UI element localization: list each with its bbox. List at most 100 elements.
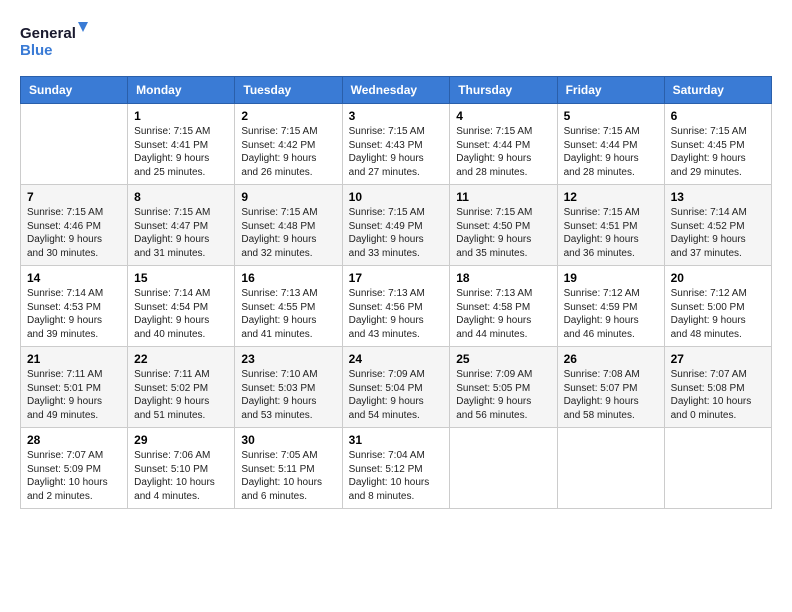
day-number: 25 (456, 352, 550, 366)
cell-info: Sunrise: 7:07 AM Sunset: 5:08 PM Dayligh… (671, 368, 765, 422)
calendar-cell: 3Sunrise: 7:15 AM Sunset: 4:43 PM Daylig… (342, 104, 450, 185)
cell-info: Sunrise: 7:15 AM Sunset: 4:49 PM Dayligh… (349, 206, 444, 260)
cell-info: Sunrise: 7:15 AM Sunset: 4:43 PM Dayligh… (349, 125, 444, 179)
calendar-cell: 12 Sunrise: 7:15 AM Sunset: 4:51 PM Dayli… (557, 185, 664, 266)
cell-info: Sunrise: 7:12 AM Sunset: 4:59 PM Dayligh… (564, 287, 658, 341)
calendar-cell: 18 Sunrise: 7:13 AM Sunset: 4:58 PM Dayli… (450, 266, 557, 347)
cell-info: Sunrise: 7:15 AM Sunset: 4:47 PM Dayligh… (134, 206, 228, 260)
logo: GeneralBlue (20, 20, 100, 60)
calendar-cell: 22 Sunrise: 7:11 AM Sunset: 5:02 PM Dayli… (128, 347, 235, 428)
cell-info: Sunrise: 7:15 AM Sunset: 4:50 PM Dayligh… (456, 206, 550, 260)
calendar-cell: 7 Sunrise: 7:15 AM Sunset: 4:46 PM Daylig… (21, 185, 128, 266)
calendar-cell: 31 Sunrise: 7:04 AM Sunset: 5:12 PM Dayli… (342, 428, 450, 509)
calendar-cell: 8 Sunrise: 7:15 AM Sunset: 4:47 PM Daylig… (128, 185, 235, 266)
cell-info: Sunrise: 7:14 AM Sunset: 4:53 PM Dayligh… (27, 287, 121, 341)
calendar-cell: 11 Sunrise: 7:15 AM Sunset: 4:50 PM Dayli… (450, 185, 557, 266)
cell-info: Sunrise: 7:15 AM Sunset: 4:44 PM Dayligh… (456, 125, 550, 179)
calendar-header-row: SundayMondayTuesdayWednesdayThursdayFrid… (21, 77, 772, 104)
cell-info: Sunrise: 7:11 AM Sunset: 5:01 PM Dayligh… (27, 368, 121, 422)
calendar-cell: 23 Sunrise: 7:10 AM Sunset: 5:03 PM Dayli… (235, 347, 342, 428)
calendar-cell: 13Sunrise: 7:14 AM Sunset: 4:52 PM Dayli… (664, 185, 771, 266)
day-number: 4 (456, 109, 550, 123)
day-number: 31 (349, 433, 444, 447)
day-number: 28 (27, 433, 121, 447)
calendar-cell: 6 Sunrise: 7:15 AM Sunset: 4:45 PM Daylig… (664, 104, 771, 185)
cell-info: Sunrise: 7:14 AM Sunset: 4:54 PM Dayligh… (134, 287, 228, 341)
page-header: GeneralBlue (20, 20, 772, 60)
day-number: 13 (671, 190, 765, 204)
calendar-cell: 14Sunrise: 7:14 AM Sunset: 4:53 PM Dayli… (21, 266, 128, 347)
calendar-cell: 21 Sunrise: 7:11 AM Sunset: 5:01 PM Dayli… (21, 347, 128, 428)
day-number: 22 (134, 352, 228, 366)
day-number: 2 (241, 109, 335, 123)
calendar-cell: 2 Sunrise: 7:15 AM Sunset: 4:42 PM Daylig… (235, 104, 342, 185)
calendar-cell (21, 104, 128, 185)
calendar-cell: 5Sunrise: 7:15 AM Sunset: 4:44 PM Daylig… (557, 104, 664, 185)
calendar-cell: 30Sunrise: 7:05 AM Sunset: 5:11 PM Dayli… (235, 428, 342, 509)
calendar-cell: 1 Sunrise: 7:15 AM Sunset: 4:41 PM Daylig… (128, 104, 235, 185)
calendar-cell: 29 Sunrise: 7:06 AM Sunset: 5:10 PM Dayli… (128, 428, 235, 509)
calendar-cell: 26 Sunrise: 7:08 AM Sunset: 5:07 PM Dayli… (557, 347, 664, 428)
day-header-sunday: Sunday (21, 77, 128, 104)
cell-info: Sunrise: 7:05 AM Sunset: 5:11 PM Dayligh… (241, 449, 335, 503)
day-number: 18 (456, 271, 550, 285)
day-number: 8 (134, 190, 228, 204)
day-number: 1 (134, 109, 228, 123)
cell-info: Sunrise: 7:04 AM Sunset: 5:12 PM Dayligh… (349, 449, 444, 503)
calendar-week-row: 14Sunrise: 7:14 AM Sunset: 4:53 PM Dayli… (21, 266, 772, 347)
day-number: 5 (564, 109, 658, 123)
cell-info: Sunrise: 7:13 AM Sunset: 4:56 PM Dayligh… (349, 287, 444, 341)
calendar-cell: 15 Sunrise: 7:14 AM Sunset: 4:54 PM Dayli… (128, 266, 235, 347)
calendar-cell (557, 428, 664, 509)
day-number: 24 (349, 352, 444, 366)
cell-info: Sunrise: 7:11 AM Sunset: 5:02 PM Dayligh… (134, 368, 228, 422)
svg-text:Blue: Blue (20, 42, 53, 59)
calendar-cell: 19Sunrise: 7:12 AM Sunset: 4:59 PM Dayli… (557, 266, 664, 347)
day-header-thursday: Thursday (450, 77, 557, 104)
day-number: 11 (456, 190, 550, 204)
cell-info: Sunrise: 7:13 AM Sunset: 4:55 PM Dayligh… (241, 287, 335, 341)
calendar-week-row: 21 Sunrise: 7:11 AM Sunset: 5:01 PM Dayli… (21, 347, 772, 428)
calendar-cell: 27 Sunrise: 7:07 AM Sunset: 5:08 PM Dayli… (664, 347, 771, 428)
cell-info: Sunrise: 7:15 AM Sunset: 4:46 PM Dayligh… (27, 206, 121, 260)
day-header-tuesday: Tuesday (235, 77, 342, 104)
calendar-cell: 4 Sunrise: 7:15 AM Sunset: 4:44 PM Daylig… (450, 104, 557, 185)
calendar-cell: 9 Sunrise: 7:15 AM Sunset: 4:48 PM Daylig… (235, 185, 342, 266)
day-number: 15 (134, 271, 228, 285)
calendar-cell: 25Sunrise: 7:09 AM Sunset: 5:05 PM Dayli… (450, 347, 557, 428)
cell-info: Sunrise: 7:12 AM Sunset: 5:00 PM Dayligh… (671, 287, 765, 341)
day-number: 7 (27, 190, 121, 204)
cell-info: Sunrise: 7:15 AM Sunset: 4:45 PM Dayligh… (671, 125, 765, 179)
svg-text:General: General (20, 25, 76, 42)
calendar-week-row: 7 Sunrise: 7:15 AM Sunset: 4:46 PM Daylig… (21, 185, 772, 266)
day-number: 26 (564, 352, 658, 366)
day-number: 10 (349, 190, 444, 204)
day-number: 6 (671, 109, 765, 123)
day-header-wednesday: Wednesday (342, 77, 450, 104)
calendar-cell: 20Sunrise: 7:12 AM Sunset: 5:00 PM Dayli… (664, 266, 771, 347)
calendar-week-row: 1 Sunrise: 7:15 AM Sunset: 4:41 PM Daylig… (21, 104, 772, 185)
cell-info: Sunrise: 7:15 AM Sunset: 4:42 PM Dayligh… (241, 125, 335, 179)
cell-info: Sunrise: 7:13 AM Sunset: 4:58 PM Dayligh… (456, 287, 550, 341)
cell-info: Sunrise: 7:06 AM Sunset: 5:10 PM Dayligh… (134, 449, 228, 503)
cell-info: Sunrise: 7:10 AM Sunset: 5:03 PM Dayligh… (241, 368, 335, 422)
cell-info: Sunrise: 7:08 AM Sunset: 5:07 PM Dayligh… (564, 368, 658, 422)
cell-info: Sunrise: 7:15 AM Sunset: 4:48 PM Dayligh… (241, 206, 335, 260)
day-number: 29 (134, 433, 228, 447)
day-number: 21 (27, 352, 121, 366)
cell-info: Sunrise: 7:15 AM Sunset: 4:41 PM Dayligh… (134, 125, 228, 179)
calendar-cell (664, 428, 771, 509)
calendar-cell: 28Sunrise: 7:07 AM Sunset: 5:09 PM Dayli… (21, 428, 128, 509)
calendar-cell: 16 Sunrise: 7:13 AM Sunset: 4:55 PM Dayli… (235, 266, 342, 347)
cell-info: Sunrise: 7:15 AM Sunset: 4:51 PM Dayligh… (564, 206, 658, 260)
day-number: 9 (241, 190, 335, 204)
calendar-week-row: 28Sunrise: 7:07 AM Sunset: 5:09 PM Dayli… (21, 428, 772, 509)
calendar-table: SundayMondayTuesdayWednesdayThursdayFrid… (20, 76, 772, 509)
day-number: 27 (671, 352, 765, 366)
day-number: 17 (349, 271, 444, 285)
cell-info: Sunrise: 7:09 AM Sunset: 5:04 PM Dayligh… (349, 368, 444, 422)
day-number: 16 (241, 271, 335, 285)
day-number: 23 (241, 352, 335, 366)
day-header-friday: Friday (557, 77, 664, 104)
day-number: 12 (564, 190, 658, 204)
